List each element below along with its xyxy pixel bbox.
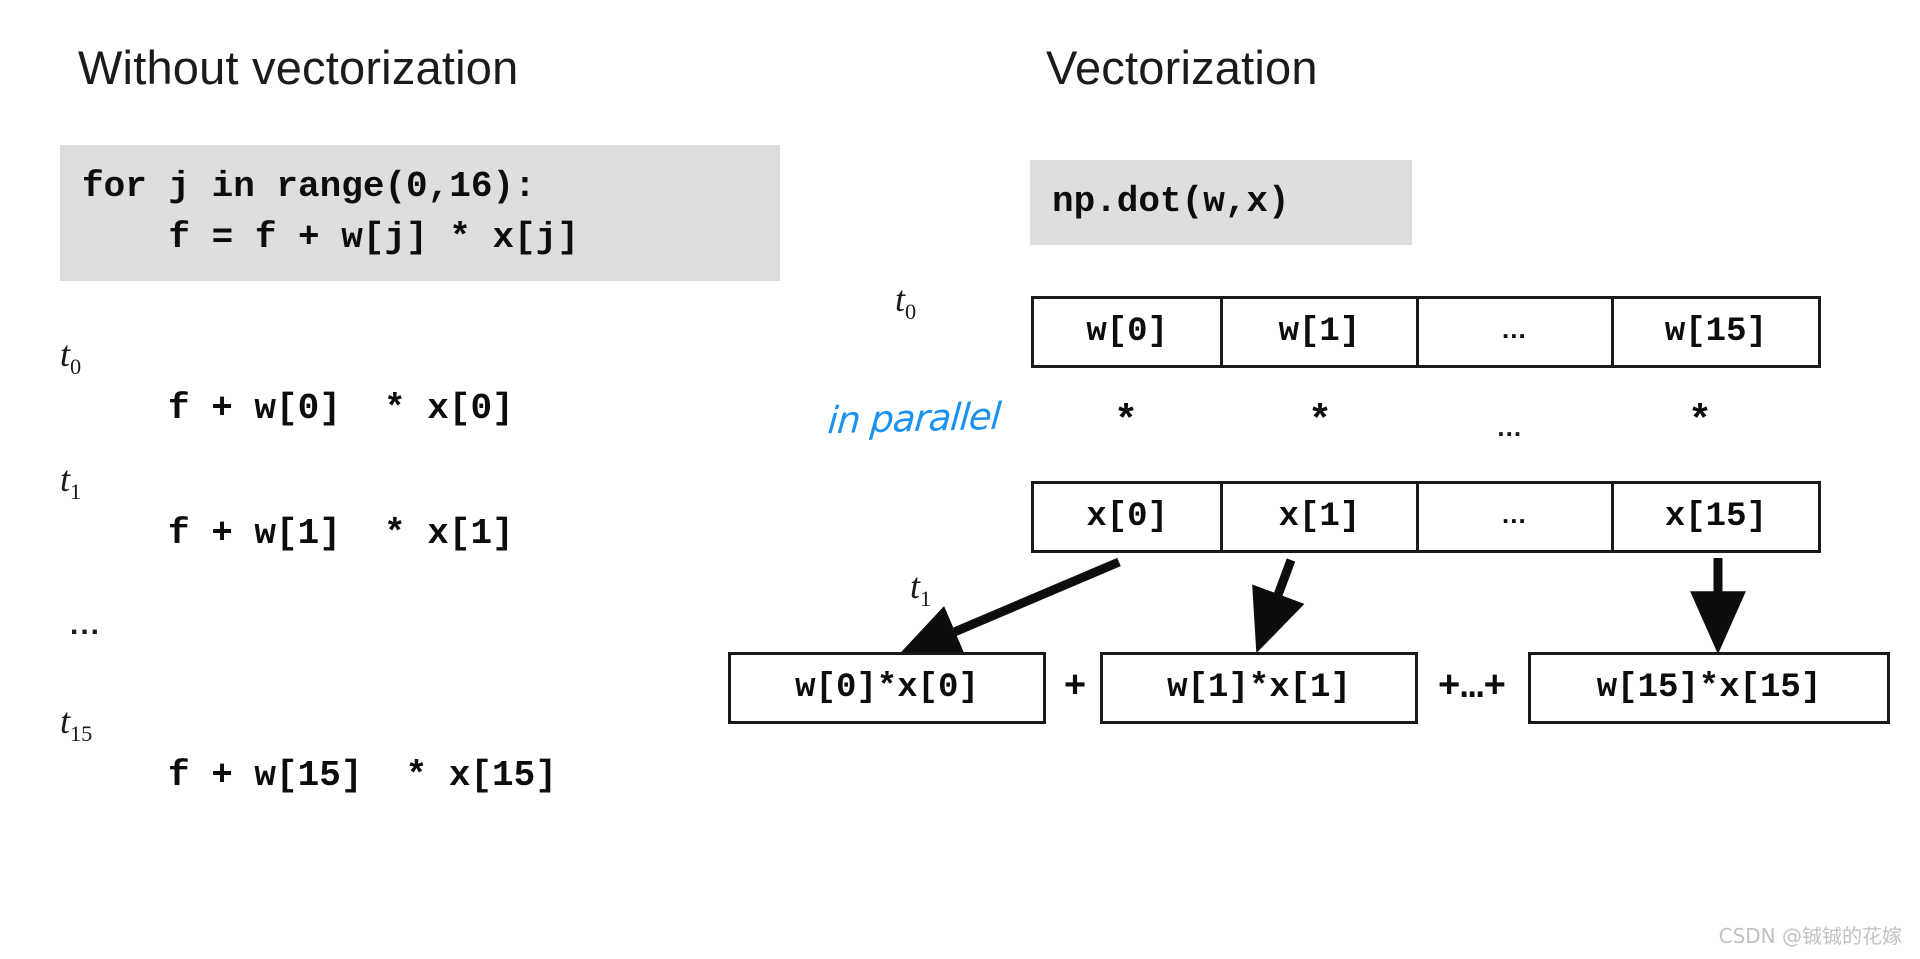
slide-canvas: Without vectorization for j in range(0,1… bbox=[0, 0, 1920, 959]
left-steps-ellipsis: ... bbox=[70, 608, 102, 641]
time-letter: t bbox=[60, 334, 71, 374]
product-box-1: w[1]*x[1] bbox=[1100, 652, 1418, 724]
time-letter: t bbox=[60, 701, 71, 741]
arrow-to-product-1 bbox=[1252, 558, 1305, 654]
w-cell-0: w[0] bbox=[1034, 299, 1224, 365]
in-parallel-annotation: in parallel bbox=[826, 394, 1002, 443]
product-box-15: w[15]*x[15] bbox=[1528, 652, 1890, 724]
x-cell-15: x[15] bbox=[1664, 498, 1767, 536]
multiply-star-15: * bbox=[1687, 400, 1712, 445]
arrow-to-product-0 bbox=[897, 557, 1121, 658]
right-panel-heading: Vectorization bbox=[1046, 41, 1318, 94]
multiply-star-1: * bbox=[1307, 400, 1332, 445]
arrow-connectors bbox=[897, 557, 1746, 658]
left-expression-t15: f + w[15] * x[15] bbox=[168, 755, 557, 796]
time-index: 1 bbox=[70, 479, 82, 505]
w-vector-row: w[0] w[1] … w[15] bbox=[1031, 296, 1821, 368]
csdn-watermark: CSDN @铖铖的花嫁 bbox=[1718, 924, 1902, 948]
w-cell-15: w[15] bbox=[1664, 313, 1767, 351]
time-index: 0 bbox=[70, 354, 82, 380]
time-letter: t bbox=[895, 279, 906, 319]
left-time-label-t1: t1 bbox=[60, 458, 81, 505]
result-separator-1: +…+ bbox=[1437, 666, 1507, 709]
result-separator-0: + bbox=[1063, 666, 1087, 709]
loop-code-block: for j in range(0,16): f = f + w[j] * x[j… bbox=[60, 145, 780, 282]
left-expression-t1: f + w[1] * x[1] bbox=[168, 513, 514, 554]
x-cell-0: x[0] bbox=[1034, 484, 1224, 550]
product-box-0: w[0]*x[0] bbox=[728, 652, 1046, 724]
time-index: 1 bbox=[920, 586, 932, 612]
left-expression-t0: f + w[0] * x[0] bbox=[168, 388, 514, 429]
x-cell-ellipsis: … bbox=[1419, 484, 1614, 550]
time-letter: t bbox=[60, 459, 71, 499]
multiply-star-ellipsis: … bbox=[1496, 412, 1524, 442]
x-vector-row: x[0] x[1] … x[15] bbox=[1031, 481, 1821, 553]
npdot-code-block: np.dot(w,x) bbox=[1030, 160, 1412, 246]
right-time-label-t0: t0 bbox=[895, 278, 916, 325]
left-time-label-t15: t15 bbox=[60, 700, 92, 747]
w-cell-ellipsis: … bbox=[1419, 299, 1614, 365]
multiply-star-0: * bbox=[1113, 400, 1138, 445]
x-cell-1: x[1] bbox=[1223, 484, 1419, 550]
left-time-label-t0: t0 bbox=[60, 333, 81, 380]
time-index: 15 bbox=[70, 721, 93, 747]
w-cell-1: w[1] bbox=[1223, 299, 1419, 365]
time-index: 0 bbox=[905, 299, 917, 325]
left-panel-heading: Without vectorization bbox=[78, 41, 519, 94]
right-time-label-t1: t1 bbox=[910, 565, 931, 612]
time-letter: t bbox=[910, 566, 921, 606]
